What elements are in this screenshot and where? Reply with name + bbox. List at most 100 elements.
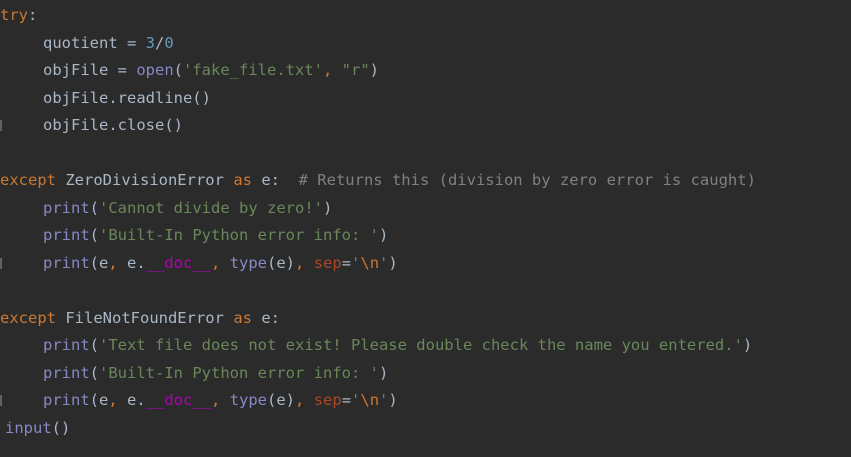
code-line-14[interactable]: print('Built-In Python error info: ') <box>0 360 388 388</box>
code-token: as <box>233 171 262 189</box>
line-code: except ZeroDivisionError as e: # Returns… <box>0 167 756 195</box>
code-token: ( <box>89 226 100 244</box>
code-token: , <box>295 391 314 409</box>
line-code: input() <box>5 415 70 443</box>
line-code: print('Built-In Python error info: ') <box>43 360 388 388</box>
line-code: try: <box>0 2 37 30</box>
code-token: : <box>28 6 38 24</box>
code-token: ) <box>388 253 398 272</box>
code-token: , <box>108 391 128 409</box>
code-token: ' <box>379 253 389 272</box>
fold-marker-icon[interactable] <box>0 257 2 269</box>
code-token: 'Built-In Python error info: ' <box>99 363 379 382</box>
line-code: objFile.readline() <box>43 85 211 113</box>
code-token: as <box>233 308 262 327</box>
code-token: print <box>43 336 90 354</box>
code-token: except <box>0 171 66 189</box>
code-token: FileNotFoundError <box>65 308 234 327</box>
code-line-4[interactable]: objFile.readline() <box>0 85 211 113</box>
code-token: type <box>229 391 268 409</box>
code-token: (e) <box>267 253 296 272</box>
code-token: 'Text file does not exist! Please double… <box>99 336 743 354</box>
code-token: () <box>51 418 71 437</box>
code-token: (e) <box>267 391 296 409</box>
code-token: 'fake_file.txt' <box>183 61 323 79</box>
code-line-8[interactable]: print('Cannot divide by zero!') <box>0 195 332 223</box>
code-token: e. <box>127 391 146 409</box>
code-token: ) <box>742 336 753 354</box>
code-token: # Returns this (division by zero error i… <box>298 171 756 189</box>
code-token: ZeroDivisionError <box>65 171 234 189</box>
code-line-13[interactable]: print('Text file does not exist! Please … <box>0 332 752 360</box>
line-code: print('Built-In Python error info: ') <box>43 222 388 250</box>
line-code: quotient = 3/0 <box>43 30 174 58</box>
fold-marker-icon[interactable] <box>0 120 2 131</box>
code-token: e: <box>261 308 280 327</box>
line-code: print(e, e.__doc__, type(e), sep='\n') <box>43 387 398 415</box>
code-line-9[interactable]: print('Built-In Python error info: ') <box>0 222 388 250</box>
fold-marker-icon[interactable] <box>0 395 2 406</box>
code-token: e. <box>127 253 146 272</box>
code-token: sep <box>313 391 342 409</box>
line-code: objFile = open('fake_file.txt', "r") <box>43 57 379 85</box>
code-token: , <box>322 61 342 79</box>
code-token: __doc__ <box>145 253 212 272</box>
code-token: ( <box>89 363 100 382</box>
code-token: = <box>341 391 352 409</box>
code-token: type <box>229 253 268 272</box>
code-token: ( <box>173 61 183 79</box>
code-token: ( <box>89 336 100 354</box>
code-token: print <box>43 198 90 217</box>
code-token: objFile = <box>43 61 137 79</box>
code-token: input <box>5 418 52 437</box>
code-token: except <box>0 308 66 327</box>
code-token: 'Built-In Python error info: ' <box>99 226 379 244</box>
code-token: sep <box>313 253 342 272</box>
code-token: __doc__ <box>145 391 212 409</box>
line-code: objFile.close() <box>43 112 183 140</box>
code-line-15[interactable]: print(e, e.__doc__, type(e), sep='\n') <box>0 387 398 415</box>
code-editor[interactable]: try: quotient = 3/0 objFile = open('fake… <box>0 0 851 457</box>
code-token: try <box>0 6 28 24</box>
code-token: (e <box>89 391 109 409</box>
code-token: , <box>211 253 230 272</box>
code-token: = <box>341 253 352 272</box>
code-token: print <box>43 363 90 382</box>
code-token: ( <box>89 198 100 217</box>
code-token: , <box>108 253 128 272</box>
code-token: "r" <box>341 61 370 79</box>
code-token: e: <box>261 171 299 189</box>
code-token: objFile.close() <box>43 116 183 134</box>
code-token: 0 <box>164 33 174 52</box>
code-token: ' <box>379 391 389 409</box>
line-code: print(e, e.__doc__, type(e), sep='\n') <box>43 250 398 278</box>
line-code: print('Cannot divide by zero!') <box>43 195 332 223</box>
code-token: quotient = <box>43 33 146 52</box>
code-token: 3 <box>145 33 155 52</box>
code-token: print <box>43 226 90 244</box>
code-token: , <box>211 391 230 409</box>
line-code: print('Text file does not exist! Please … <box>43 332 752 360</box>
code-token: ) <box>378 363 389 382</box>
code-line-5[interactable]: objFile.close() <box>0 112 183 140</box>
code-line-10[interactable]: print(e, e.__doc__, type(e), sep='\n') <box>0 250 398 278</box>
code-token: objFile.readline() <box>43 88 211 107</box>
code-token: print <box>43 253 90 272</box>
code-line-2[interactable]: quotient = 3/0 <box>0 30 174 58</box>
code-token: ) <box>388 391 398 409</box>
code-token: ) <box>369 61 379 79</box>
code-token: \n <box>360 391 380 409</box>
code-token: print <box>43 391 90 409</box>
code-token: 'Cannot divide by zero!' <box>99 198 323 217</box>
code-token: ' <box>351 253 361 272</box>
code-token: ' <box>351 391 361 409</box>
code-token: \n <box>360 253 380 272</box>
code-token: ) <box>378 226 389 244</box>
code-token: ) <box>322 198 333 217</box>
code-token: open <box>136 61 174 79</box>
line-code: except FileNotFoundError as e: <box>0 305 280 333</box>
code-token: / <box>155 33 165 52</box>
code-token: , <box>295 253 314 272</box>
code-line-3[interactable]: objFile = open('fake_file.txt', "r") <box>0 57 379 85</box>
code-token: (e <box>89 253 109 272</box>
